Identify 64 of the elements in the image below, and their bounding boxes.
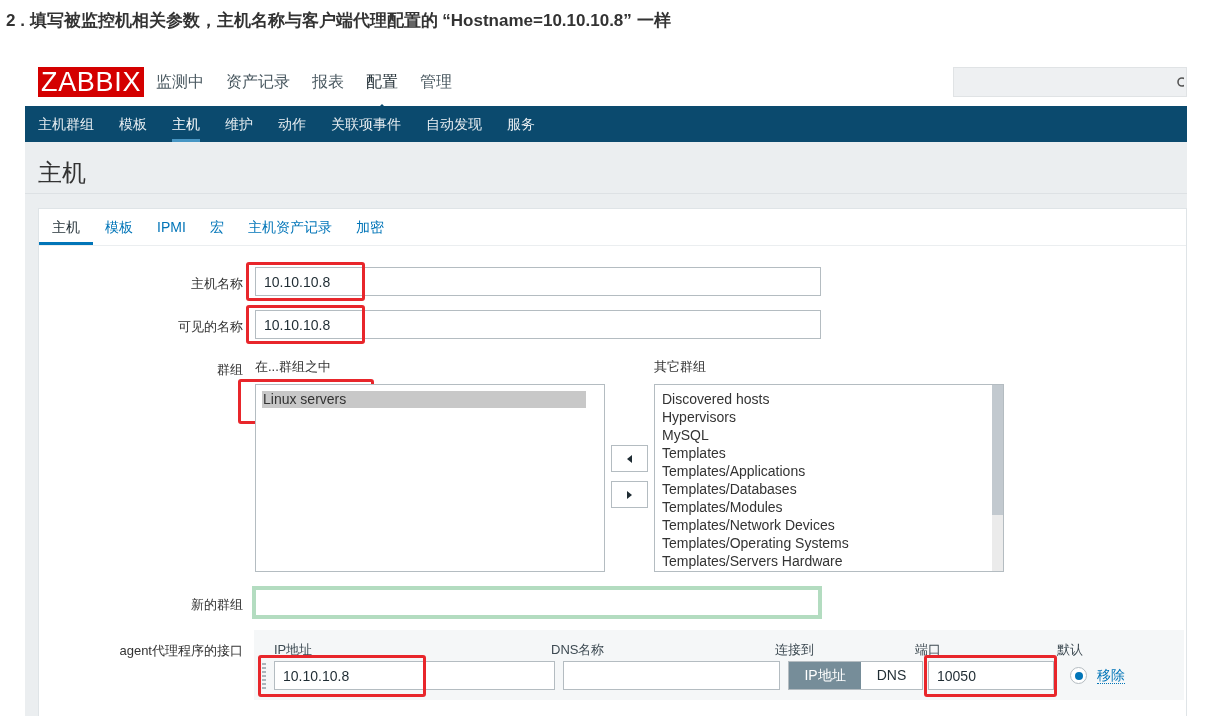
menu-tab[interactable]: 资产记录 bbox=[226, 73, 291, 90]
move-button[interactable] bbox=[611, 445, 648, 472]
list-option[interactable]: Discovered hosts bbox=[661, 390, 771, 408]
form-tab[interactable]: 主机资产记录 bbox=[235, 209, 344, 245]
form-tab[interactable]: 主机 bbox=[39, 209, 93, 245]
text-field[interactable]: 10.10.10.8 bbox=[255, 310, 821, 339]
form-label: agent代理程序的接口 bbox=[119, 643, 243, 658]
remove-link[interactable]: 移除 bbox=[1097, 667, 1125, 684]
text-field[interactable]: 10050 bbox=[928, 661, 1054, 690]
menu-tab[interactable]: 报表 bbox=[312, 73, 345, 90]
scrollbar[interactable] bbox=[992, 385, 1003, 571]
form-label: 可见的名称 bbox=[178, 319, 243, 334]
form-tab[interactable]: 宏 bbox=[197, 209, 236, 245]
zabbix-logo[interactable]: ZABBIX bbox=[38, 67, 145, 97]
submenu-tab[interactable]: 动作 bbox=[278, 106, 306, 142]
group-listbox[interactable]: Discovered hosts Hypervisors MySQL Templates Templates/Applications Templates/Databases Templates/Modules Templates/Network Devices Templates/Operating Systems Templates/Servers Hardware bbox=[654, 384, 1004, 572]
form-label: 新的群组 bbox=[191, 597, 243, 612]
list-option[interactable]: Hypervisors bbox=[661, 408, 737, 426]
search-icon[interactable] bbox=[1176, 76, 1184, 88]
form-label: 主机名称 bbox=[191, 276, 243, 291]
list-option[interactable]: Linux servers bbox=[262, 391, 586, 408]
list-option[interactable]: MySQL bbox=[661, 426, 710, 444]
column-header: DNS名称 bbox=[551, 642, 605, 657]
search-field[interactable] bbox=[953, 67, 1187, 97]
form-tab[interactable]: 加密 bbox=[343, 209, 396, 245]
submenu-tab[interactable]: 模板 bbox=[119, 106, 147, 142]
text-field[interactable]: 10.10.10.8 bbox=[255, 267, 821, 296]
submenu-tab[interactable]: 关联项事件 bbox=[331, 106, 401, 142]
list-heading: 其它群组 bbox=[654, 358, 706, 376]
article-heading: 2 . 填写被监控机相关参数，主机名称与客户端代理配置的 “Hostname=10.10.10.8” 一样 bbox=[6, 10, 671, 32]
group-listbox[interactable]: Linux servers bbox=[255, 384, 605, 572]
list-option[interactable]: Templates/Operating Systems bbox=[661, 534, 850, 552]
list-option[interactable]: Templates/Applications bbox=[661, 462, 807, 480]
list-option[interactable]: Templates/Modules bbox=[661, 498, 784, 516]
text-field[interactable]: 10.10.10.8 bbox=[274, 661, 555, 690]
page-title: 主机 bbox=[25, 142, 1187, 194]
list-option[interactable]: Templates/Databases bbox=[661, 480, 798, 498]
left-triangle-icon bbox=[626, 453, 633, 464]
list-option[interactable]: Templates/Network Devices bbox=[661, 516, 836, 534]
submenu-tab[interactable]: 主机群组 bbox=[38, 106, 94, 142]
list-option[interactable]: Templates bbox=[661, 444, 727, 462]
submenu-tab[interactable]: 自动发现 bbox=[426, 106, 482, 142]
form-tab[interactable]: 模板 bbox=[93, 209, 145, 245]
form-label: 群组 bbox=[217, 362, 243, 377]
move-button[interactable] bbox=[611, 481, 648, 508]
right-triangle-icon bbox=[626, 489, 633, 500]
form-tab[interactable]: IPMI bbox=[145, 209, 198, 245]
menu-tab[interactable]: 配置 bbox=[366, 73, 399, 90]
text-field[interactable] bbox=[252, 586, 822, 619]
column-header: 连接到 bbox=[775, 642, 814, 657]
text-field[interactable] bbox=[563, 661, 780, 690]
column-header: 端口 bbox=[915, 642, 941, 657]
submenu-tab[interactable]: 主机 bbox=[172, 106, 200, 142]
radio-button[interactable] bbox=[1070, 667, 1087, 684]
list-heading: 在...群组之中 bbox=[255, 358, 331, 376]
submenu-tab[interactable]: 维护 bbox=[225, 106, 253, 142]
segment-button[interactable]: DNS bbox=[861, 662, 922, 689]
submenu-tab[interactable]: 服务 bbox=[507, 106, 535, 142]
menu-tab[interactable]: 管理 bbox=[420, 73, 453, 90]
list-option[interactable]: Templates/Servers Hardware bbox=[661, 552, 844, 570]
column-header: 默认 bbox=[1057, 642, 1083, 657]
menu-tab[interactable]: 监测中 bbox=[156, 73, 205, 90]
column-header: IP地址 bbox=[273, 642, 313, 657]
drag-handle[interactable] bbox=[262, 662, 266, 689]
